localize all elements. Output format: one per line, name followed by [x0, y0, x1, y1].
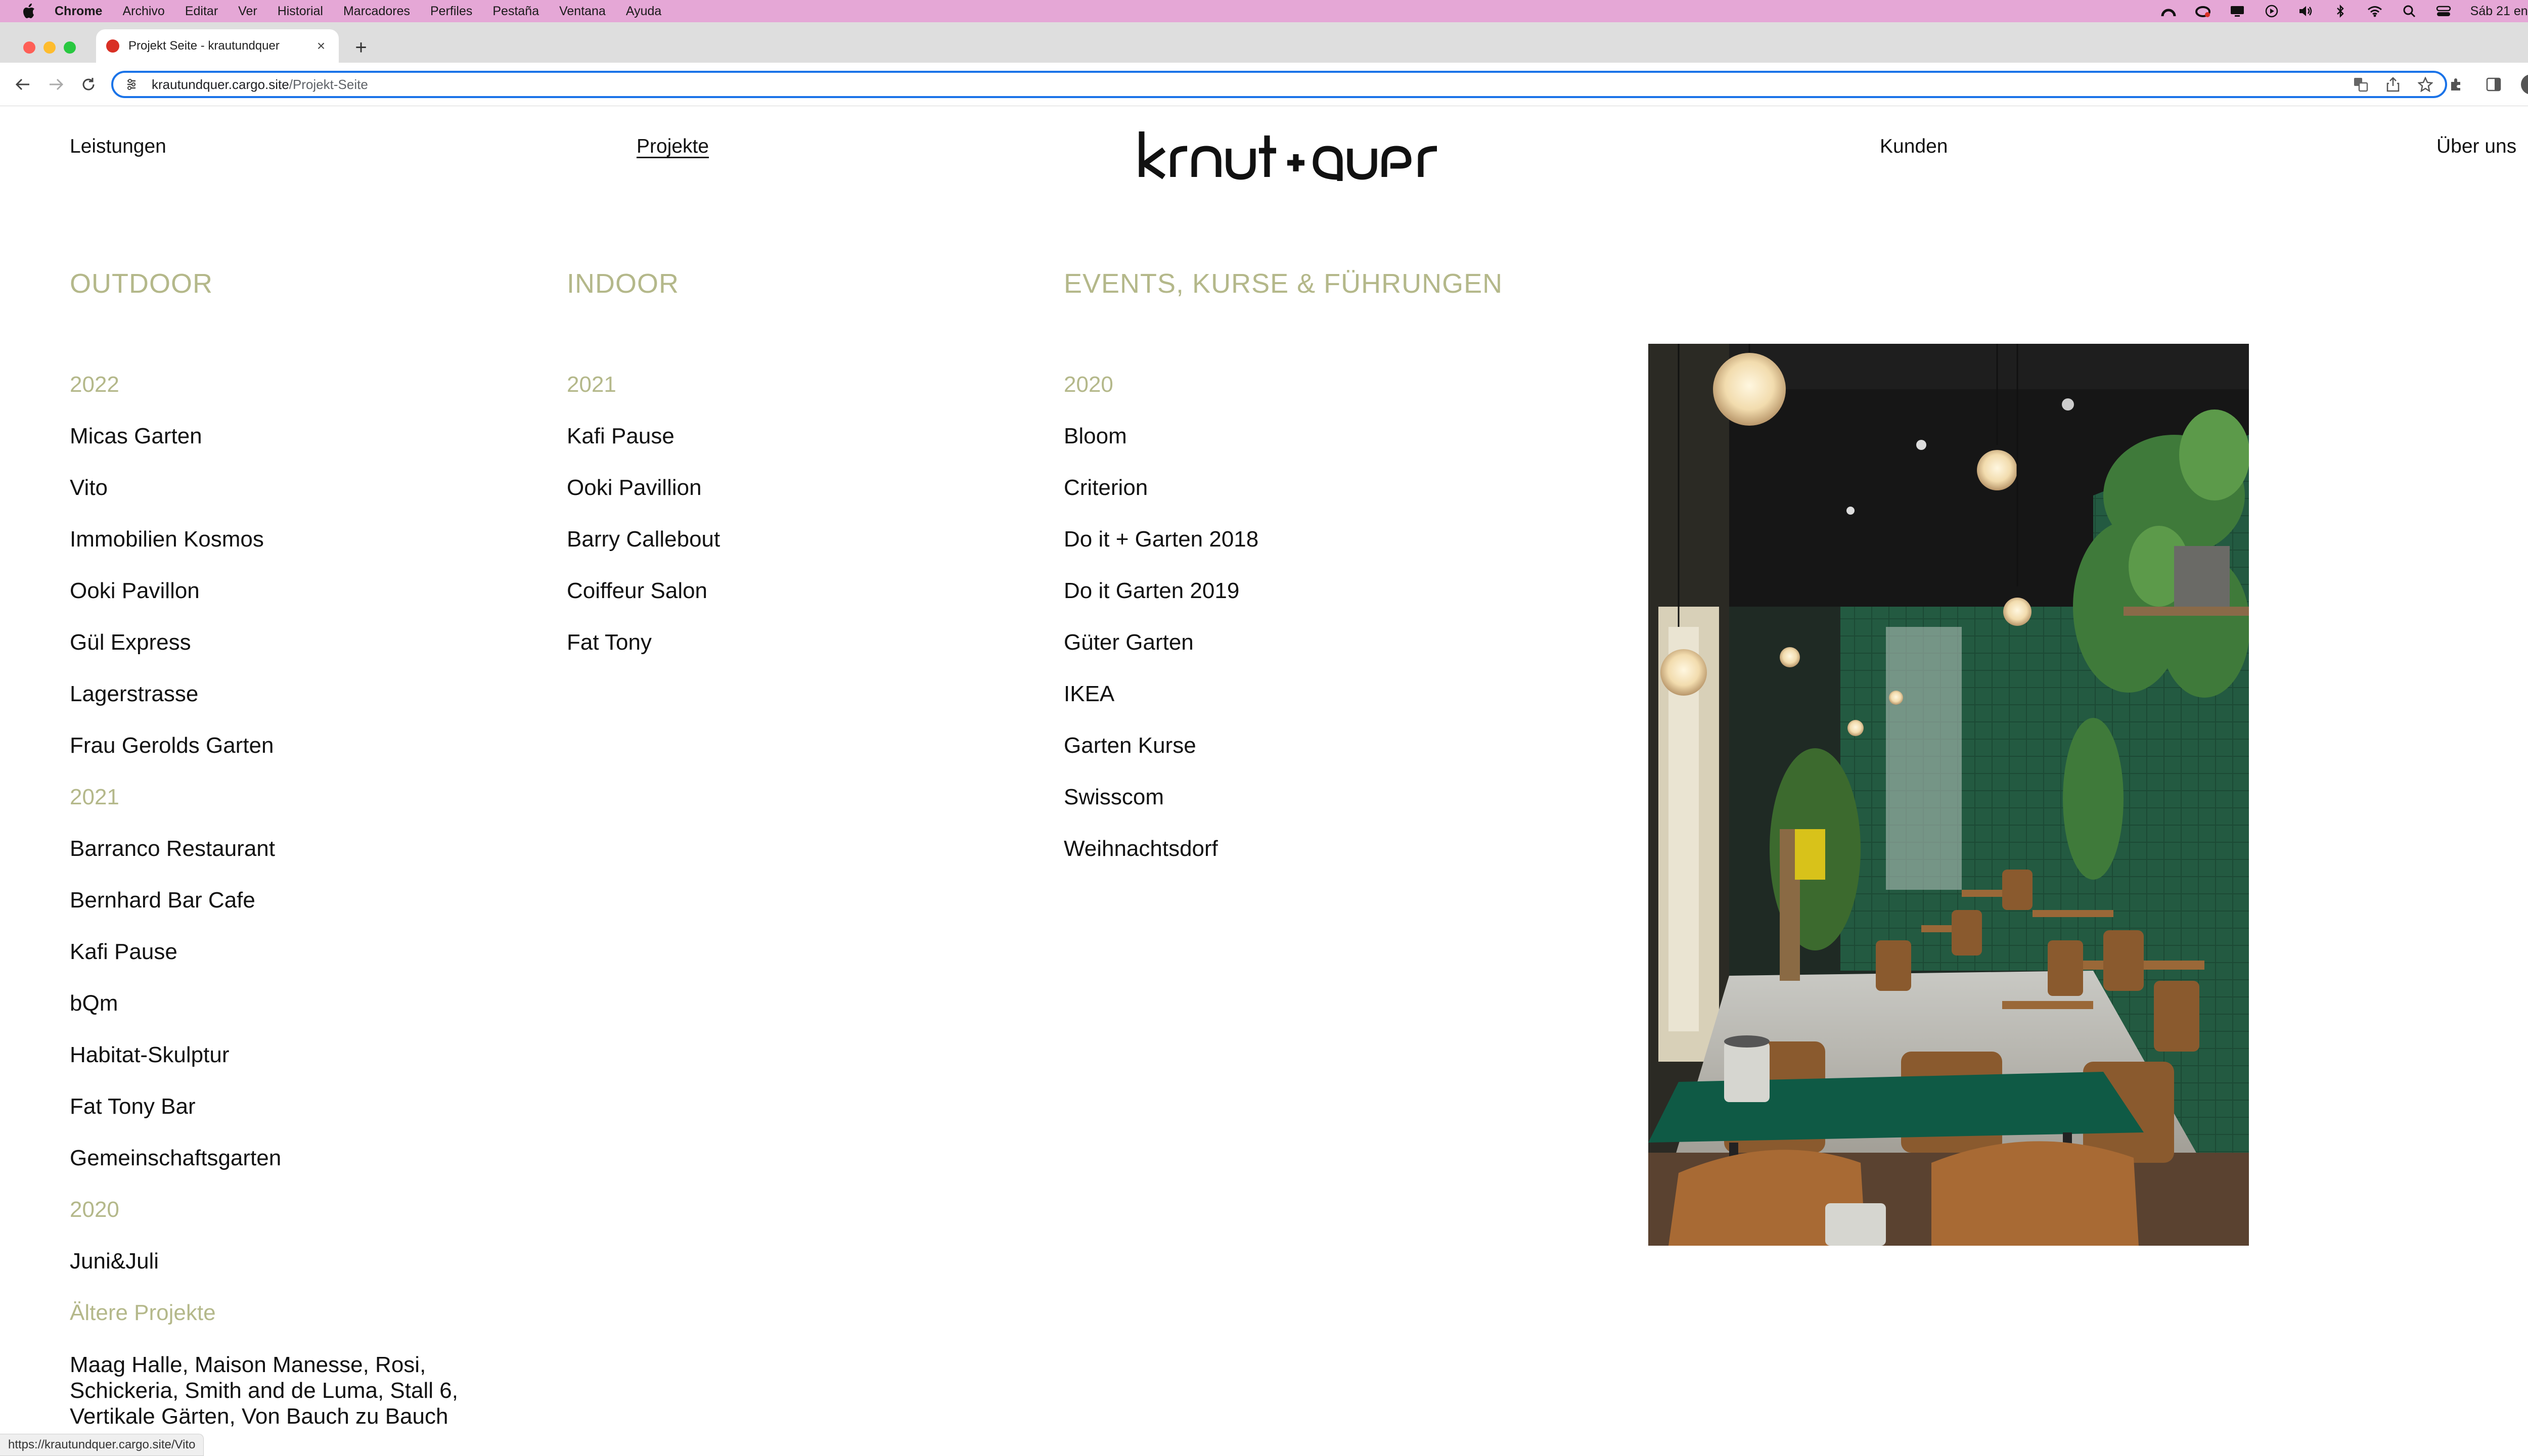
menubar-datetime[interactable]: Sáb 21 ene 10:00: [2470, 4, 2528, 19]
apple-icon[interactable]: [20, 3, 37, 20]
project-link-bernhard-bar-cafe[interactable]: Bernhard Bar Cafe: [70, 875, 525, 926]
project-link-ooki-pavillon[interactable]: Ooki Pavillon: [70, 565, 525, 617]
menu-ayuda[interactable]: Ayuda: [626, 4, 661, 19]
project-link-barry-callebout[interactable]: Barry Callebout: [567, 514, 720, 565]
menu-app-name[interactable]: Chrome: [55, 4, 102, 19]
reload-button[interactable]: [78, 74, 99, 95]
menu-marcadores[interactable]: Marcadores: [343, 4, 410, 19]
project-link-bqm[interactable]: bQm: [70, 978, 525, 1029]
project-link-weihnachtsdorf[interactable]: Weihnachtsdorf: [1064, 823, 1503, 875]
project-link-frau-gerolds-garten[interactable]: Frau Gerolds Garten: [70, 720, 525, 771]
project-link-criterion[interactable]: Criterion: [1064, 462, 1503, 514]
bookmark-star-icon[interactable]: [2417, 76, 2434, 93]
project-link-garten-kurse[interactable]: Garten Kurse: [1064, 720, 1503, 771]
menu-editar[interactable]: Editar: [185, 4, 218, 19]
project-link-ooki-pavillion[interactable]: Ooki Pavillion: [567, 462, 720, 514]
wifi-icon[interactable]: [2367, 4, 2382, 19]
extensions-icon[interactable]: [2446, 74, 2466, 95]
url-path: /Projekt-Seite: [289, 76, 368, 92]
play-icon[interactable]: [2264, 4, 2279, 19]
menu-archivo[interactable]: Archivo: [122, 4, 164, 19]
project-link-kafi-pause[interactable]: Kafi Pause: [567, 411, 720, 462]
project-link-fat-tony-bar[interactable]: Fat Tony Bar: [70, 1081, 525, 1132]
address-bar[interactable]: krautundquer.cargo.site/Projekt-Seite: [111, 71, 2447, 98]
site-info-icon[interactable]: [125, 77, 140, 92]
project-link-micas-garten[interactable]: Micas Garten: [70, 411, 525, 462]
profile-avatar[interactable]: [2521, 74, 2528, 95]
zoom-window-button[interactable]: [64, 41, 76, 54]
project-preview-image: [1648, 344, 2249, 1246]
volume-icon[interactable]: [2298, 4, 2314, 19]
menu-ventana[interactable]: Ventana: [559, 4, 606, 19]
events-heading: EVENTS, KURSE & FÜHRUNGEN: [1064, 268, 1503, 299]
project-link-juni-juli[interactable]: Juni&Juli: [70, 1236, 525, 1287]
menu-ver[interactable]: Ver: [238, 4, 257, 19]
project-link-do-it-garten-2019[interactable]: Do it Garten 2019: [1064, 565, 1503, 617]
project-link-swisscom[interactable]: Swisscom: [1064, 771, 1503, 823]
side-panel-icon[interactable]: [2484, 74, 2504, 95]
nav-ueber-uns[interactable]: Über uns: [2436, 135, 2516, 158]
project-link-lagerstrasse[interactable]: Lagerstrasse: [70, 668, 525, 720]
translate-icon[interactable]: [2352, 76, 2369, 93]
project-link-gemeinschaftsgarten[interactable]: Gemeinschaftsgarten: [70, 1132, 525, 1184]
project-link-habitat-skulptur[interactable]: Habitat-Skulptur: [70, 1029, 525, 1081]
year-heading: 2021: [70, 785, 119, 809]
project-link-immobilien-kosmos[interactable]: Immobilien Kosmos: [70, 514, 525, 565]
project-link-guter-garten[interactable]: Güter Garten: [1064, 617, 1503, 668]
project-link-ikea[interactable]: IKEA: [1064, 668, 1503, 720]
menu-historial[interactable]: Historial: [278, 4, 323, 19]
minimize-window-button[interactable]: [43, 41, 56, 54]
forward-button[interactable]: [46, 74, 67, 95]
link-status-bar: https://krautundquer.cargo.site/Vito: [0, 1434, 204, 1456]
nav-projekte[interactable]: Projekte: [637, 135, 709, 158]
project-link-gul-express[interactable]: Gül Express: [70, 617, 525, 668]
new-tab-button[interactable]: +: [349, 35, 373, 60]
project-link-kafi-pause[interactable]: Kafi Pause: [70, 926, 525, 978]
project-link-fat-tony[interactable]: Fat Tony: [567, 617, 720, 668]
browser-tab[interactable]: Projekt Seite - krautundquer ×: [96, 29, 339, 63]
bluetooth-icon[interactable]: [2333, 4, 2348, 19]
nav-leistungen[interactable]: Leistungen: [70, 135, 166, 158]
menu-pestana[interactable]: Pestaña: [492, 4, 539, 19]
project-link-coiffeur-salon[interactable]: Coiffeur Salon: [567, 565, 720, 617]
outdoor-heading: OUTDOOR: [70, 268, 213, 299]
indoor-column: INDOOR 2021 Kafi Pause Ooki Pavillion Ba…: [567, 268, 720, 668]
site-favicon-icon: [106, 39, 119, 53]
older-projects-text: Maag Halle, Maison Manesse, Rosi, Schick…: [70, 1352, 458, 1429]
year-heading: 2020: [1064, 372, 1113, 397]
macos-menubar: Chrome Archivo Editar Ver Historial Marc…: [0, 0, 2528, 22]
project-link-bloom[interactable]: Bloom: [1064, 411, 1503, 462]
control-center-icon[interactable]: [2436, 4, 2451, 19]
outdoor-column: OUTDOOR 2022 Micas Garten Vito Immobilie…: [70, 268, 525, 1429]
events-column: EVENTS, KURSE & FÜHRUNGEN 2020 Bloom Cri…: [1064, 268, 1503, 875]
older-projects-heading: Ältere Projekte: [70, 1300, 216, 1325]
year-heading: 2022: [70, 372, 119, 397]
back-button[interactable]: [12, 74, 33, 95]
project-link-vito[interactable]: Vito: [70, 462, 525, 514]
arc-icon[interactable]: [2161, 4, 2176, 19]
nav-kunden[interactable]: Kunden: [1880, 135, 1948, 158]
project-link-do-it-garten-2018[interactable]: Do it + Garten 2018: [1064, 514, 1503, 565]
browser-toolbar: krautundquer.cargo.site/Projekt-Seite: [0, 63, 2528, 106]
menu-perfiles[interactable]: Perfiles: [430, 4, 472, 19]
spotlight-search-icon[interactable]: [2402, 4, 2417, 19]
tab-title: Projekt Seite - krautundquer: [128, 39, 280, 53]
indoor-heading: INDOOR: [567, 268, 679, 299]
tab-strip: Projekt Seite - krautundquer × +: [0, 22, 2528, 63]
kraut-und-quer-logo[interactable]: [1138, 130, 1451, 181]
tab-close-icon[interactable]: ×: [313, 38, 329, 54]
share-icon[interactable]: [2384, 76, 2402, 93]
web-page: Leistungen Projekte Kunden Über uns OUTD…: [0, 106, 2528, 1456]
creative-cloud-icon[interactable]: [2195, 4, 2210, 19]
year-heading: 2020: [70, 1197, 119, 1222]
project-link-barranco-restaurant[interactable]: Barranco Restaurant: [70, 823, 525, 875]
display-icon[interactable]: [2230, 4, 2245, 19]
year-heading: 2021: [567, 372, 616, 397]
url-host: krautundquer.cargo.site: [152, 76, 289, 92]
close-window-button[interactable]: [23, 41, 35, 54]
